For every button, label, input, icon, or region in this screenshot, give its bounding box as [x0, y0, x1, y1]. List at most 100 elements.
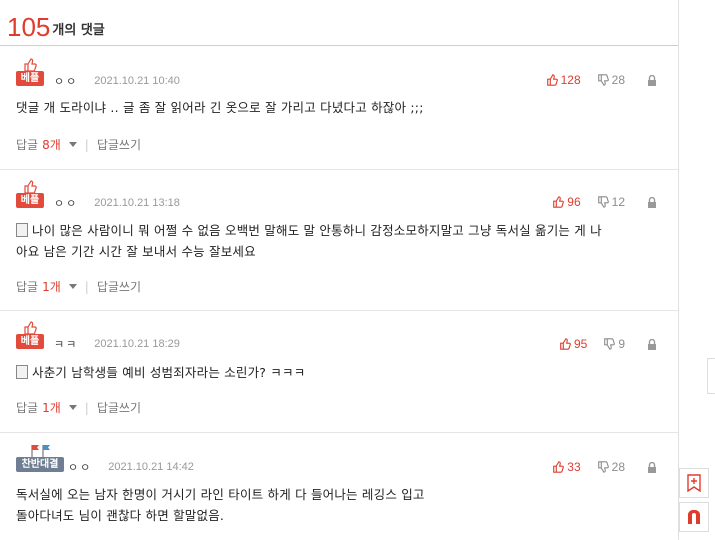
comment-actions: 답글 1개 | 답글쓰기: [16, 278, 141, 295]
chevron-down-icon: [68, 142, 77, 147]
upvote-button[interactable]: 96: [552, 195, 581, 209]
comment-date: 2021.10.21 14:42: [108, 461, 194, 473]
thumbs-up-icon: [553, 196, 565, 208]
badge-label: 베플: [16, 193, 44, 208]
bookmark-add-button[interactable]: [679, 468, 709, 498]
comment-divider: [0, 169, 678, 170]
comment-body-line2: 돌아다녀도 님이 괜찮다 하면 할말없음.: [16, 508, 225, 523]
report-button[interactable]: [647, 338, 660, 350]
vote-group: 33 28: [552, 460, 660, 474]
upvote-button[interactable]: 33: [552, 460, 581, 474]
comment-body: 사춘기 남학생들 예비 성범죄자라는 소린가? ㅋㅋㅋ: [32, 365, 306, 380]
comment-meta: ㅇㅇ 2021.10.21 14:42: [68, 460, 194, 474]
thumbs-up-icon: [24, 321, 37, 335]
comment-divider: [0, 432, 678, 433]
divider: |: [84, 400, 89, 415]
vote-group: 128 28: [546, 73, 660, 87]
reply-toggle[interactable]: 답글 1개: [16, 399, 77, 416]
thumbs-up-icon: [24, 180, 37, 194]
divider: |: [84, 279, 89, 294]
comment-meta: ㅇㅇ 2021.10.21 10:40: [54, 74, 180, 88]
comment-count: 105: [7, 12, 51, 42]
report-button[interactable]: [647, 74, 660, 86]
document-icon: [16, 223, 28, 237]
comment-body-line1: 나이 많은 사람이니 뭐 어쩔 수 없음 오백번 말해도 말 안통하니 감정소모…: [32, 223, 602, 238]
comment-body-line1: 독서실에 오는 남자 한명이 거시기 라인 타이트 하게 다 들어나는 레깅스 …: [16, 487, 425, 502]
badge-label: 찬반대결: [16, 457, 64, 472]
chevron-down-icon: [68, 284, 77, 289]
comment-header: 105 개의 댓글: [7, 6, 105, 42]
vote-group: 95 9: [559, 337, 660, 351]
thumbs-down-icon: [597, 196, 609, 208]
comment-body-line2: 아요 남은 기간 시간 잘 보내서 수능 잘보세요: [16, 244, 256, 259]
comment-date: 2021.10.21 18:29: [94, 338, 180, 350]
badge-label: 베플: [16, 334, 44, 349]
comment-text: 독서실에 오는 남자 한명이 거시기 라인 타이트 하게 다 들어나는 레깅스 …: [16, 484, 666, 526]
comment-text: 사춘기 남학생들 예비 성범죄자라는 소린가? ㅋㅋㅋ: [16, 362, 666, 383]
write-reply-button[interactable]: 답글쓰기: [97, 136, 141, 153]
upvote-button[interactable]: 95: [559, 337, 587, 351]
downvote-count: 28: [611, 460, 625, 474]
nate-logo-icon: [688, 509, 700, 524]
downvote-count: 12: [611, 195, 625, 209]
floating-side-buttons: [679, 468, 709, 532]
reply-label: 답글: [16, 401, 39, 415]
comment-text: 나이 많은 사람이니 뭐 어쩔 수 없음 오백번 말해도 말 안통하니 감정소모…: [16, 220, 666, 262]
thumbs-down-icon: [597, 74, 609, 86]
reply-label: 답글: [16, 280, 39, 294]
thumbs-down-icon: [604, 338, 616, 350]
comment-actions: 답글 8개 | 답글쓰기: [16, 136, 141, 153]
thumbs-up-icon: [24, 58, 37, 72]
lock-icon: [648, 338, 656, 350]
comment-date: 2021.10.21 10:40: [94, 75, 180, 87]
thumbs-up-icon: [546, 74, 558, 86]
reply-count: 1개: [42, 401, 61, 415]
reply-count: 8개: [42, 138, 61, 152]
comment-meta: ㅇㅇ 2021.10.21 13:18: [54, 196, 180, 210]
downvote-count: 9: [618, 337, 625, 351]
write-reply-button[interactable]: 답글쓰기: [97, 399, 141, 416]
document-icon: [16, 365, 28, 379]
downvote-count: 28: [611, 73, 625, 87]
author-name[interactable]: ㅇㅇ: [54, 73, 78, 89]
report-button[interactable]: [647, 196, 660, 208]
thumbs-up-icon: [553, 461, 565, 473]
upvote-count: 33: [567, 460, 581, 474]
comment-count-label: 개의 댓글: [52, 23, 105, 38]
report-button[interactable]: [647, 461, 660, 473]
upvote-count: 96: [567, 195, 581, 209]
divider: |: [84, 137, 89, 152]
downvote-button[interactable]: 28: [597, 73, 625, 87]
author-name[interactable]: ㅇㅇ: [68, 459, 92, 475]
comment-text: 댓글 개 도라이냐 .. 글 좀 잘 읽어라 긴 옷으로 잘 가리고 다녔다고 …: [16, 97, 666, 118]
reply-toggle[interactable]: 답글 1개: [16, 278, 77, 295]
comment-meta: ㅋㅋ 2021.10.21 18:29: [54, 337, 180, 351]
comment-date: 2021.10.21 13:18: [94, 197, 180, 209]
downvote-button[interactable]: 9: [603, 337, 625, 351]
lock-icon: [648, 196, 656, 208]
vote-group: 96 12: [552, 195, 660, 209]
comment-section: 105 개의 댓글 베플 ㅇㅇ 2021.10.21 10:40 128 28: [0, 0, 679, 540]
reply-count: 1개: [42, 280, 61, 294]
scroll-edge-marker: [707, 358, 715, 394]
comment-body: 댓글 개 도라이냐 .. 글 좀 잘 읽어라 긴 옷으로 잘 가리고 다녔다고 …: [16, 100, 424, 115]
flag-icon: [31, 445, 50, 458]
upvote-button[interactable]: 128: [546, 73, 581, 87]
write-reply-button[interactable]: 답글쓰기: [97, 278, 141, 295]
downvote-button[interactable]: 28: [597, 460, 625, 474]
nate-home-button[interactable]: [679, 502, 709, 532]
thumbs-up-icon: [560, 338, 571, 350]
thumbs-down-icon: [597, 461, 609, 473]
upvote-count: 95: [573, 337, 588, 351]
bookmark-add-icon: [687, 474, 701, 492]
upvote-count: 128: [560, 73, 581, 87]
comment-actions: 답글 1개 | 답글쓰기: [16, 399, 141, 416]
badge-label: 베플: [16, 71, 44, 86]
author-name[interactable]: ㅇㅇ: [54, 195, 78, 211]
author-name[interactable]: ㅋㅋ: [54, 336, 78, 352]
lock-icon: [648, 74, 656, 86]
downvote-button[interactable]: 12: [597, 195, 625, 209]
reply-toggle[interactable]: 답글 8개: [16, 136, 77, 153]
reply-label: 답글: [16, 138, 39, 152]
header-divider: [0, 45, 678, 46]
